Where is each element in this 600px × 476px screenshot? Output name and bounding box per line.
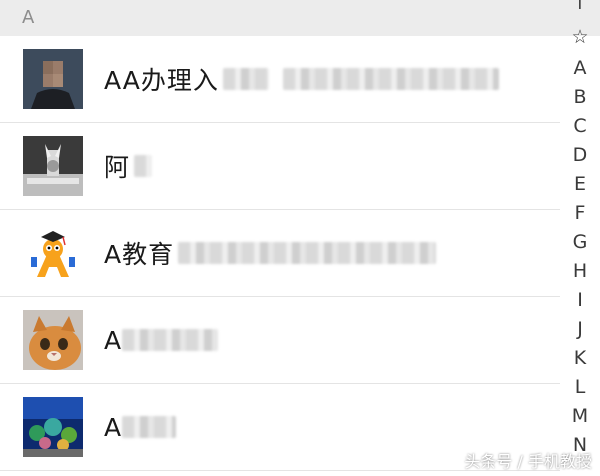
index-letter[interactable]: I [566,289,594,311]
index-letter[interactable]: F [566,202,594,224]
contact-row[interactable]: A [0,297,560,384]
contact-row[interactable]: 阿 [0,123,560,210]
contact-avatar [23,49,83,109]
contact-row[interactable]: A教育 [0,210,560,297]
contact-name: A [104,412,123,442]
index-letter[interactable]: B [566,86,594,108]
index-letter[interactable]: K [566,347,594,369]
car-emblem-avatar [23,136,83,196]
redacted-text [122,416,177,438]
index-letter[interactable]: D [566,144,594,166]
index-letter[interactable]: G [566,231,594,253]
redacted-text [122,329,219,351]
cartoon-mascot-avatar [23,223,83,283]
redacted-text [222,68,269,90]
contact-row[interactable]: AA办理入 [0,36,560,123]
redacted-text [282,68,499,90]
index-letter[interactable]: J [566,318,594,340]
watermark: 头条号 / 手机教授 [464,452,592,471]
aquarium-photo-avatar [23,397,83,457]
section-header: A [0,0,600,36]
index-up-arrow-icon[interactable]: ↑ [566,0,594,14]
section-header-letter: A [22,7,35,28]
contact-avatar [23,397,83,457]
redacted-text [134,155,153,177]
contact-name: AA办理入 [104,66,219,95]
contact-name: 阿 [104,153,131,182]
redacted-text [178,242,437,264]
index-letter[interactable]: M [566,405,594,427]
index-letter[interactable]: E [566,173,594,195]
index-star-icon[interactable]: ☆ [566,26,594,48]
alphabet-index-bar[interactable]: ↑ ☆ A B C D E F G H I J K L M N [566,0,594,476]
contact-name: A教育 [104,240,175,269]
index-letter[interactable]: H [566,260,594,282]
person-photo-avatar [23,49,83,109]
index-letter[interactable]: C [566,115,594,137]
contact-name: A [104,325,123,355]
contact-avatar [23,310,83,370]
index-letter[interactable]: L [566,376,594,398]
contact-avatar [23,136,83,196]
index-letter[interactable]: A [566,57,594,79]
contact-avatar [23,223,83,283]
cat-photo-avatar [23,310,83,370]
